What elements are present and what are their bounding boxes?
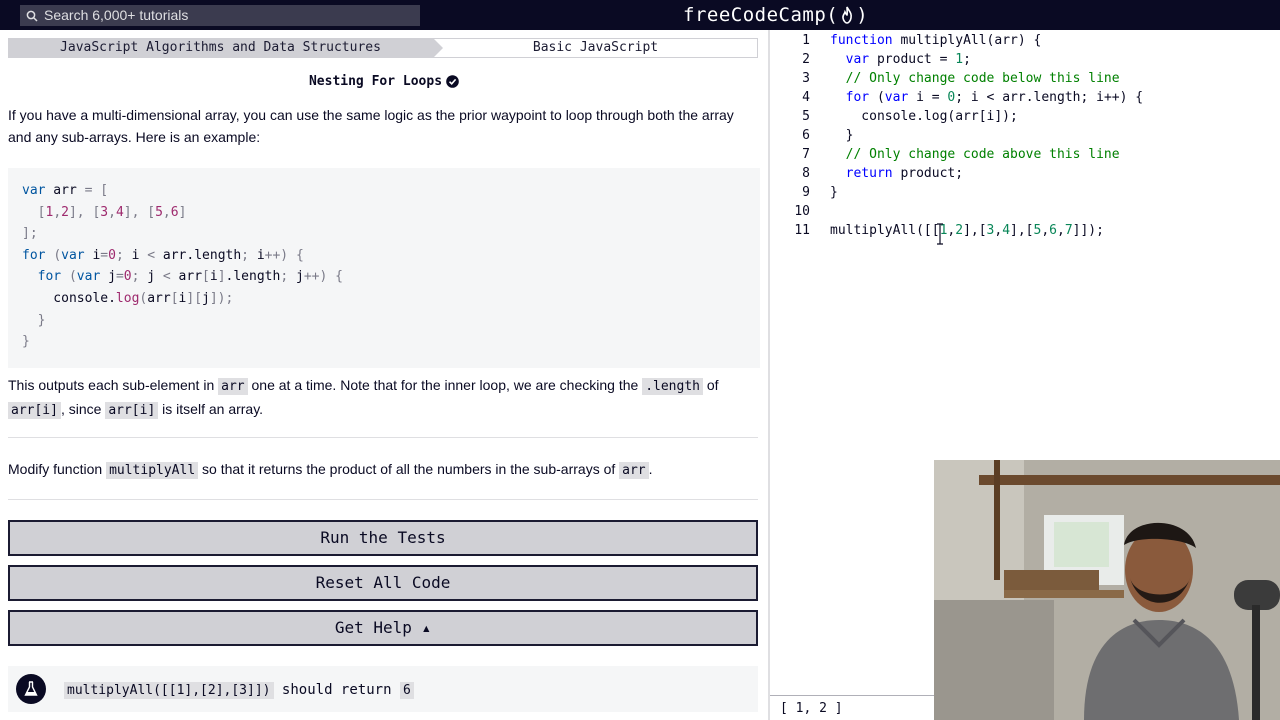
beaker-icon: [16, 674, 46, 704]
breadcrumb-topic[interactable]: Basic JavaScript: [433, 38, 758, 58]
editor-line[interactable]: 6 }: [770, 126, 1280, 145]
line-number: 1: [802, 33, 810, 48]
challenge-title: Nesting For Loops: [0, 74, 768, 89]
test-expected: 6: [399, 681, 414, 699]
code-text: }: [830, 185, 838, 200]
challenge-title-text: Nesting For Loops: [308, 74, 443, 89]
inline-code-length: .length: [642, 378, 703, 395]
search-bar[interactable]: Search 6,000+ tutorials: [20, 5, 420, 26]
divider: [8, 437, 758, 438]
inline-code-arr-task: arr: [619, 462, 649, 479]
inline-code-arr: arr: [218, 378, 248, 395]
intro-paragraph: If you have a multi-dimensional array, y…: [8, 107, 734, 145]
editor-line[interactable]: 9}: [770, 183, 1280, 202]
search-placeholder: Search 6,000+ tutorials: [44, 7, 189, 23]
editor-line[interactable]: 5 console.log(arr[i]);: [770, 107, 1280, 126]
divider: [8, 499, 758, 500]
comment-line: // Only change code below this line: [830, 71, 1120, 86]
line-number: 5: [802, 109, 810, 124]
line-number: 6: [802, 128, 810, 143]
editor-line[interactable]: 2 var product = 1;: [770, 50, 1280, 69]
comment-line: // Only change code above this line: [830, 147, 1120, 162]
line-number: 2: [802, 52, 810, 67]
reset-code-button[interactable]: Reset All Code: [8, 565, 758, 601]
test-description: multiplyAll([[1],[2],[3]]) should return…: [64, 681, 414, 699]
code-text: }: [830, 128, 854, 143]
flame-icon: [842, 6, 853, 24]
editor-line[interactable]: 4 for (var i = 0; i < arr.length; i++) {: [770, 88, 1280, 107]
task-paragraph: Modify function multiplyAll so that it r…: [8, 461, 653, 479]
line-number: 7: [802, 147, 810, 162]
text-cursor-icon: [937, 223, 943, 245]
editor-line[interactable]: 1 function multiplyAll(arr) {: [770, 31, 1280, 50]
editor-line[interactable]: 7 // Only change code above this line: [770, 145, 1280, 164]
editor-line[interactable]: 3 // Only change code below this line: [770, 69, 1280, 88]
get-help-button[interactable]: Get Help ▴: [8, 610, 758, 646]
line-number: 8: [802, 166, 810, 181]
webcam-overlay: [934, 460, 1280, 720]
editor-line[interactable]: 10: [770, 202, 1280, 221]
check-circle-icon: [446, 75, 459, 88]
breadcrumb-section[interactable]: JavaScript Algorithms and Data Structure…: [8, 38, 443, 58]
brand-text-left: freeCodeCamp(: [683, 4, 839, 26]
top-nav: Search 6,000+ tutorials freeCodeCamp( ): [0, 0, 1280, 30]
inline-code-arr-i: arr[i]: [8, 402, 61, 419]
search-icon: [26, 10, 38, 22]
test-item: multiplyAll([[1],[2],[3]]) should return…: [8, 666, 758, 712]
line-number: 4: [802, 90, 810, 105]
inline-code-multiplyall: multiplyAll: [106, 462, 199, 479]
instructions-pane: JavaScript Algorithms and Data Structure…: [0, 30, 768, 720]
breadcrumb: JavaScript Algorithms and Data Structure…: [8, 38, 758, 58]
code-text: console.log(arr[i]);: [830, 109, 1018, 124]
line-number: 11: [794, 223, 810, 238]
inline-code-arr-i-2: arr[i]: [105, 402, 159, 419]
editor-line[interactable]: 11 multiplyAll([[1,2],[3,4],[5,6,7]]);: [770, 221, 1280, 240]
brand-text-right: ): [856, 4, 869, 26]
run-tests-button[interactable]: Run the Tests: [8, 520, 758, 556]
example-code-block: var arr = [ [1,2], [3,4], [5,6] ]; for (…: [8, 168, 760, 368]
line-number: 3: [802, 71, 810, 86]
presenter-video-icon: [934, 460, 1280, 720]
line-number: 10: [794, 204, 810, 219]
explanation-paragraph: This outputs each sub-element in arr one…: [8, 377, 719, 419]
line-number: 9: [802, 185, 810, 200]
test-code: multiplyAll([[1],[2],[3]]): [64, 681, 274, 699]
freecodecamp-logo[interactable]: freeCodeCamp( ): [683, 3, 868, 27]
editor-line[interactable]: 8 return product;: [770, 164, 1280, 183]
